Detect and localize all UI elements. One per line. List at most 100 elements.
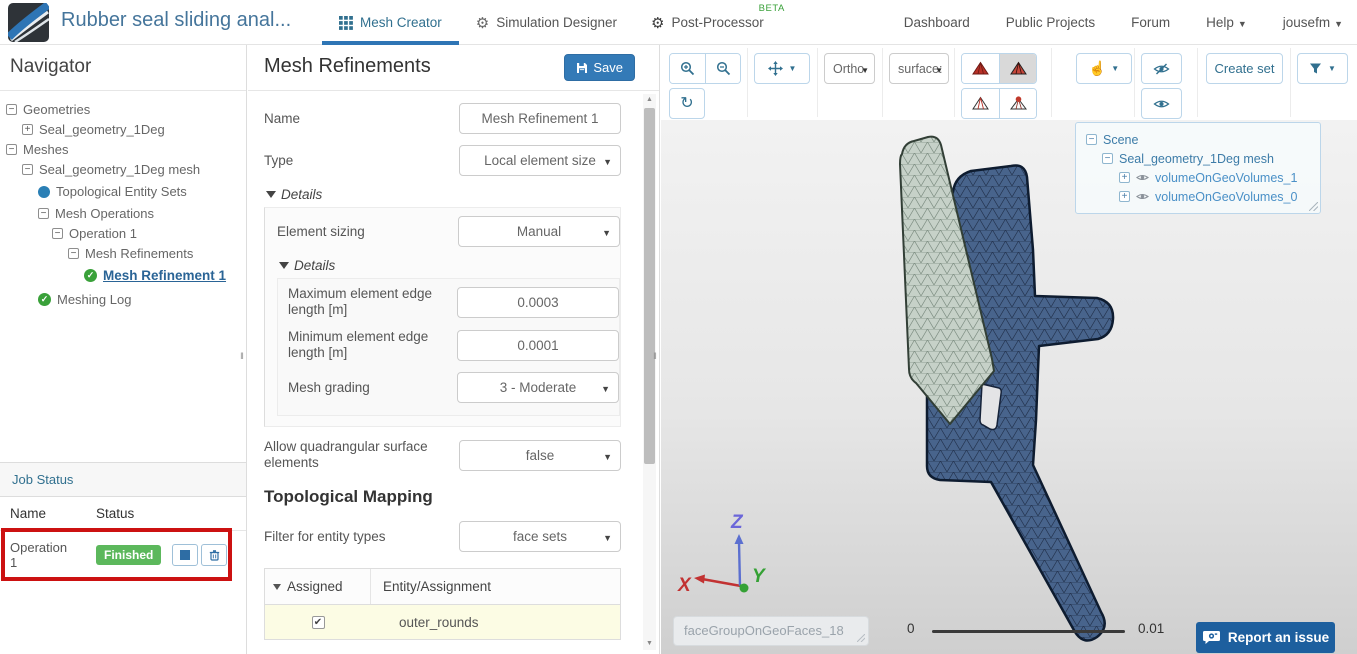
tetrahedron-points-button[interactable] [999, 89, 1036, 118]
scale-bar-line [932, 630, 1125, 633]
collapse-icon[interactable]: − [52, 228, 63, 239]
axis-triad: X Y Z [677, 512, 767, 596]
panel-resize-handle[interactable]: ‖ [238, 348, 246, 364]
tetrahedron-surface-button[interactable] [999, 54, 1036, 83]
simscale-logo[interactable] [8, 3, 49, 42]
properties-header: Mesh Refinements Save [248, 45, 659, 91]
tree-item-topological-entity-sets[interactable]: Topological Entity Sets [38, 182, 246, 201]
hide-selection-button[interactable] [1141, 53, 1182, 84]
collapse-icon[interactable]: − [68, 248, 79, 259]
tab-post-processor[interactable]: ⚙ Post-Processor BETA [634, 0, 784, 45]
tree-item-seal-geometry-mesh[interactable]: − Seal_geometry_1Deg mesh [22, 160, 246, 179]
selection-name-input[interactable]: faceGroupOnGeoFaces_18 [673, 616, 869, 646]
element-sizing-select[interactable]: Manual ▼ [458, 216, 620, 247]
inner-details-toggle[interactable]: Details [279, 258, 620, 273]
chevron-down-icon: ▼ [935, 66, 943, 75]
details-toggle[interactable]: Details [266, 187, 621, 202]
tree-item-mesh-refinements[interactable]: − Mesh Refinements [68, 244, 246, 263]
element-sizing-row: Element sizing Manual ▼ [277, 216, 620, 247]
mesh-grading-select[interactable]: 3 - Moderate ▼ [457, 372, 619, 403]
select-tool-dropdown[interactable]: ☝ ▼ [1076, 53, 1132, 84]
tree-item-seal-geometry[interactable]: + Seal_geometry_1Deg [22, 120, 246, 139]
eye-icon[interactable] [1136, 192, 1149, 201]
tab-mesh-creator[interactable]: Mesh Creator [322, 0, 459, 45]
nav-link-forum[interactable]: Forum [1131, 15, 1170, 30]
eye-icon[interactable] [1136, 173, 1149, 182]
zoom-out-button[interactable] [705, 54, 740, 83]
report-issue-button[interactable]: Report an issue [1196, 622, 1335, 653]
svg-text:Y: Y [752, 566, 767, 587]
resize-grip-icon[interactable] [1309, 202, 1318, 211]
check-circle-icon: ✓ [38, 293, 51, 306]
create-set-button[interactable]: Create set [1206, 53, 1283, 84]
mesh-grading-row: Mesh grading 3 - Moderate ▼ [288, 372, 619, 403]
tree-item-mesh-refinement-1[interactable]: ✓ Mesh Refinement 1 [84, 266, 246, 285]
nav-link-dashboard[interactable]: Dashboard [904, 15, 970, 30]
collapse-icon[interactable]: − [22, 164, 33, 175]
tetrahedron-solid-button[interactable] [962, 54, 999, 83]
stop-job-button[interactable] [172, 544, 198, 566]
floppy-icon [577, 62, 588, 73]
entity-filter-select[interactable]: face sets ▼ [459, 521, 621, 552]
tree-item-operation-1[interactable]: − Operation 1 [52, 224, 246, 243]
scene-volume-item[interactable]: + volumeOnGeoVolumes_0 [1119, 187, 1310, 206]
show-all-button[interactable] [1141, 88, 1182, 119]
tree-item-mesh-operations[interactable]: − Mesh Operations [38, 204, 246, 223]
collapse-icon[interactable]: − [1086, 134, 1097, 145]
assigned-column-header[interactable]: Assigned [265, 569, 371, 604]
tree-item-meshing-log[interactable]: ✓ Meshing Log [38, 290, 246, 309]
tree-item-meshes[interactable]: − Meshes [6, 140, 246, 159]
render-mode-select[interactable]: surface: ▼ [889, 53, 949, 84]
zoom-in-button[interactable] [670, 54, 705, 83]
collapse-icon[interactable]: − [38, 208, 49, 219]
assignment-table: Assigned Entity/Assignment ✔ outer_round… [264, 568, 621, 640]
topological-mapping-title: Topological Mapping [264, 487, 433, 506]
quad-elements-label: Allow quadrangular surface elements [264, 439, 428, 470]
collapse-icon[interactable]: − [6, 144, 17, 155]
assigned-checkbox[interactable]: ✔ [311, 615, 325, 629]
expand-icon[interactable]: + [1119, 191, 1130, 202]
viewport-3d[interactable]: − Scene − Seal_geometry_1Deg mesh + volu… [661, 120, 1357, 654]
project-title[interactable]: Rubber seal sliding anal... [61, 9, 291, 32]
reset-view-button[interactable]: ↻ [669, 88, 705, 119]
help-menu[interactable]: Help ▼ [1206, 15, 1247, 30]
expand-icon[interactable]: + [1119, 172, 1130, 183]
mesh-display-group-top [961, 53, 1037, 84]
collapse-icon[interactable]: − [6, 104, 17, 115]
name-input[interactable]: Mesh Refinement 1 [459, 103, 621, 134]
nav-link-public-projects[interactable]: Public Projects [1006, 15, 1095, 30]
user-menu[interactable]: jousefm ▼ [1283, 15, 1343, 30]
panel-resize-handle[interactable]: ‖ [651, 348, 659, 364]
table-row[interactable]: ✔ outer_rounds [265, 605, 620, 639]
chevron-down-icon: ▼ [1334, 19, 1343, 29]
min-edge-input[interactable]: 0.0001 [457, 329, 619, 361]
pointer-hand-icon: ☝ [1088, 60, 1107, 76]
type-select[interactable]: Local element size ▼ [459, 145, 621, 176]
scene-volume-item[interactable]: + volumeOnGeoVolumes_1 [1119, 168, 1310, 187]
save-button[interactable]: Save [564, 54, 635, 81]
tree-item-geometries[interactable]: − Geometries [6, 100, 246, 119]
delete-job-button[interactable] [201, 544, 227, 566]
scene-tree-overlay[interactable]: − Scene − Seal_geometry_1Deg mesh + volu… [1075, 122, 1321, 214]
scrollbar[interactable]: ▲ ▼ [643, 94, 656, 650]
scene-root-item[interactable]: − Scene [1086, 130, 1310, 149]
filter-dropdown[interactable]: ▼ [1297, 53, 1348, 84]
scroll-up-icon[interactable]: ▲ [643, 94, 656, 106]
expand-icon[interactable]: + [22, 124, 33, 135]
properties-form: Name Mesh Refinement 1 Type Local elemen… [248, 91, 659, 640]
max-edge-input[interactable]: 0.0003 [457, 286, 619, 318]
scroll-down-icon[interactable]: ▼ [643, 638, 656, 650]
top-navbar: Rubber seal sliding anal... Mesh Creator… [0, 0, 1357, 45]
tab-simulation-designer[interactable]: ⚙ Simulation Designer [459, 0, 634, 45]
scrollbar-thumb[interactable] [644, 108, 655, 464]
job-status-row: Operation 1 Finished [0, 528, 246, 581]
type-label: Type [264, 152, 294, 168]
collapse-icon[interactable]: − [1102, 153, 1113, 164]
pan-tool-dropdown[interactable]: ▼ [754, 53, 810, 84]
quad-elements-select[interactable]: false ▼ [459, 439, 621, 471]
element-sizing-label: Element sizing [277, 223, 365, 239]
chevron-down-icon: ▼ [603, 157, 612, 167]
scene-mesh-item[interactable]: − Seal_geometry_1Deg mesh [1102, 149, 1310, 168]
projection-select[interactable]: Ortho ▼ [824, 53, 875, 84]
tetrahedron-wireframe-button[interactable] [962, 89, 999, 118]
